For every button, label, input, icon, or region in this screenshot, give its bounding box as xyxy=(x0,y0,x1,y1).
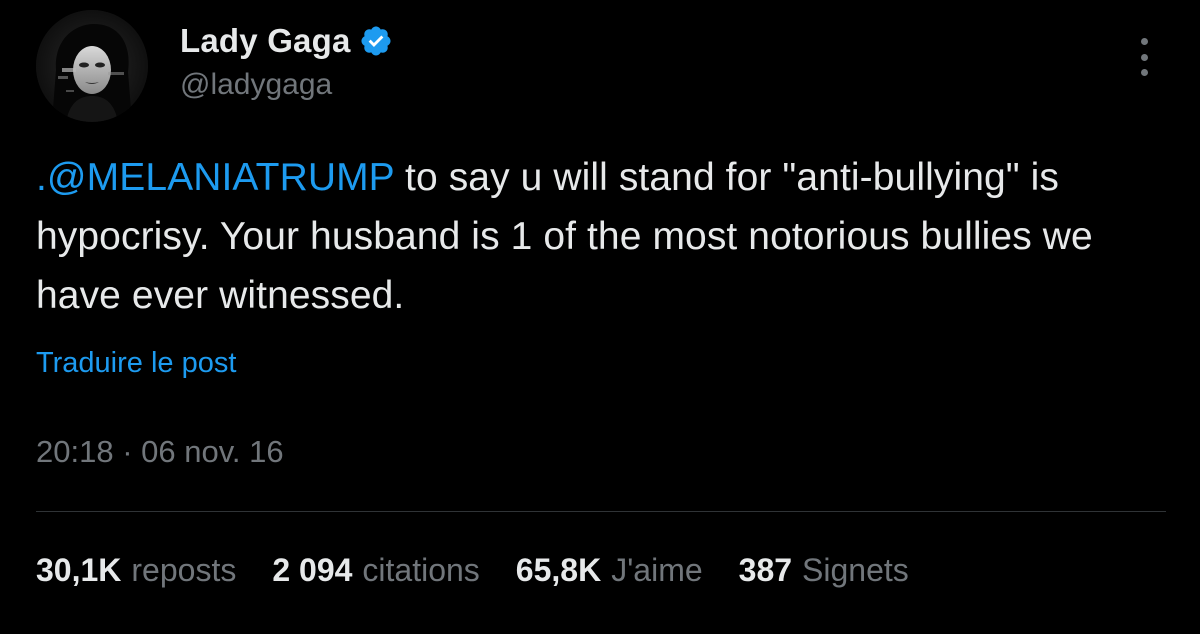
tweet-text: .@MELANIATRUMP to say u will stand for "… xyxy=(36,148,1156,325)
engagement-stats: 30,1K reposts 2 094 citations 65,8K J'ai… xyxy=(36,552,945,589)
stat-label: reposts xyxy=(131,552,237,588)
verified-badge-icon xyxy=(359,24,393,58)
more-options-icon xyxy=(1140,38,1148,45)
timestamp[interactable]: 20:18 · 06 nov. 16 xyxy=(36,434,284,470)
avatar[interactable] xyxy=(36,10,148,122)
stat-count: 30,1K xyxy=(36,552,122,588)
user-handle[interactable]: @ladygaga xyxy=(180,68,393,102)
profile-photo-icon xyxy=(36,10,148,122)
translate-post-link[interactable]: Traduire le post xyxy=(36,347,236,380)
more-options-icon-dot xyxy=(1140,69,1148,76)
tweet-card: Lady Gaga @ladygaga .@MELANIATRUMP to sa… xyxy=(0,0,1200,634)
stat-label: citations xyxy=(362,552,480,588)
author-info: Lady Gaga @ladygaga xyxy=(180,18,393,102)
more-options-icon-dot xyxy=(1140,53,1148,61)
more-options-button[interactable] xyxy=(1128,36,1160,78)
stat-label: Signets xyxy=(802,552,909,588)
stat-count: 2 094 xyxy=(272,552,353,588)
stat-reposts[interactable]: 30,1K reposts xyxy=(36,552,236,589)
stat-count: 65,8K xyxy=(515,552,602,588)
display-name[interactable]: Lady Gaga xyxy=(180,22,351,60)
stat-quotes[interactable]: 2 094 citations xyxy=(272,552,479,589)
stat-bookmarks[interactable]: 387 Signets xyxy=(739,552,909,589)
stat-likes[interactable]: 65,8K J'aime xyxy=(516,552,703,589)
stat-label: J'aime xyxy=(611,552,703,588)
mention-link[interactable]: .@MELANIATRUMP xyxy=(36,156,394,199)
stat-count: 387 xyxy=(738,552,793,588)
name-row: Lady Gaga xyxy=(180,18,393,64)
divider xyxy=(36,511,1166,512)
